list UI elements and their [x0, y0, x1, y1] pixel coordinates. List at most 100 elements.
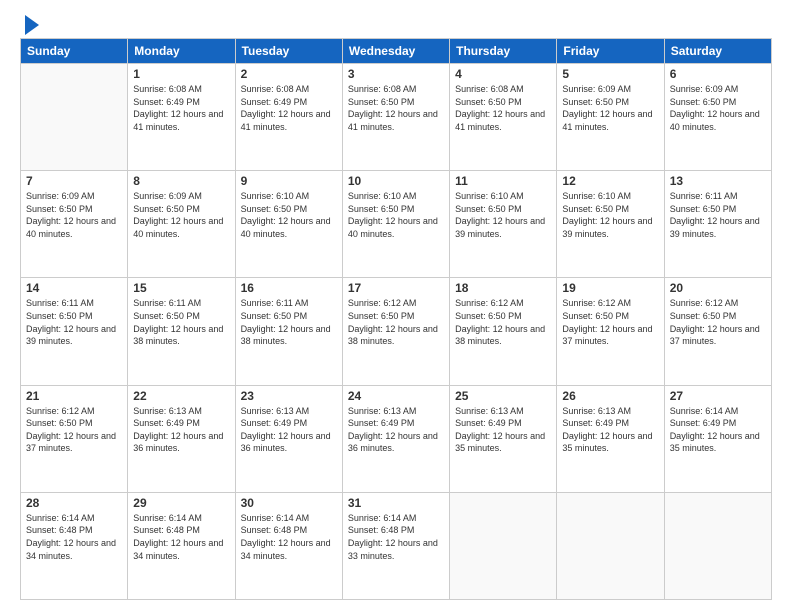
- day-number: 15: [133, 281, 229, 295]
- day-number: 6: [670, 67, 766, 81]
- cell-info: Sunrise: 6:12 AMSunset: 6:50 PMDaylight:…: [26, 405, 122, 455]
- day-number: 30: [241, 496, 337, 510]
- day-number: 9: [241, 174, 337, 188]
- cell-info: Sunrise: 6:12 AMSunset: 6:50 PMDaylight:…: [455, 297, 551, 347]
- weekday-header: Tuesday: [235, 39, 342, 64]
- day-number: 22: [133, 389, 229, 403]
- calendar-row: 7 Sunrise: 6:09 AMSunset: 6:50 PMDaylight…: [21, 171, 772, 278]
- calendar-cell: [450, 492, 557, 599]
- day-number: 20: [670, 281, 766, 295]
- day-number: 23: [241, 389, 337, 403]
- cell-info: Sunrise: 6:13 AMSunset: 6:49 PMDaylight:…: [133, 405, 229, 455]
- calendar-cell: 4Sunrise: 6:08 AMSunset: 6:50 PMDaylight…: [450, 64, 557, 171]
- day-number: 1: [133, 67, 229, 81]
- day-number: 4: [455, 67, 551, 81]
- day-number: 26: [562, 389, 658, 403]
- weekday-header: Monday: [128, 39, 235, 64]
- day-number: 19: [562, 281, 658, 295]
- cell-info: Sunrise: 6:10 AMSunset: 6:50 PMDaylight:…: [562, 190, 658, 240]
- day-number: 21: [26, 389, 122, 403]
- cell-info: Sunrise: 6:08 AMSunset: 6:49 PMDaylight:…: [241, 83, 337, 133]
- day-number: 13: [670, 174, 766, 188]
- cell-info: Sunrise: 6:14 AMSunset: 6:49 PMDaylight:…: [670, 405, 766, 455]
- day-number: 17: [348, 281, 444, 295]
- calendar-cell: 10Sunrise: 6:10 AMSunset: 6:50 PMDayligh…: [342, 171, 449, 278]
- day-number: 16: [241, 281, 337, 295]
- calendar-cell: 6 Sunrise: 6:09 AMSunset: 6:50 PMDaylight…: [664, 64, 771, 171]
- day-number: 2: [241, 67, 337, 81]
- day-number: 5: [562, 67, 658, 81]
- calendar-cell: 31 Sunrise: 6:14 AMSunset: 6:48 PMDayligh…: [342, 492, 449, 599]
- cell-info: Sunrise: 6:12 AMSunset: 6:50 PMDaylight:…: [348, 297, 444, 347]
- calendar-cell: 30Sunrise: 6:14 AMSunset: 6:48 PMDayligh…: [235, 492, 342, 599]
- calendar-cell: 8 Sunrise: 6:09 AMSunset: 6:50 PMDaylight…: [128, 171, 235, 278]
- weekday-header: Wednesday: [342, 39, 449, 64]
- day-number: 11: [455, 174, 551, 188]
- weekday-header: Sunday: [21, 39, 128, 64]
- weekday-header: Saturday: [664, 39, 771, 64]
- cell-info: Sunrise: 6:11 AMSunset: 6:50 PMDaylight:…: [241, 297, 337, 347]
- cell-info: Sunrise: 6:08 AMSunset: 6:49 PMDaylight:…: [133, 83, 229, 133]
- calendar-cell: 22 Sunrise: 6:13 AMSunset: 6:49 PMDayligh…: [128, 385, 235, 492]
- cell-info: Sunrise: 6:10 AMSunset: 6:50 PMDaylight:…: [348, 190, 444, 240]
- calendar-cell: 14 Sunrise: 6:11 AMSunset: 6:50 PMDayligh…: [21, 278, 128, 385]
- day-number: 12: [562, 174, 658, 188]
- day-number: 24: [348, 389, 444, 403]
- day-number: 3: [348, 67, 444, 81]
- calendar-cell: 29 Sunrise: 6:14 AMSunset: 6:48 PMDayligh…: [128, 492, 235, 599]
- calendar: SundayMondayTuesdayWednesdayThursdayFrid…: [20, 38, 772, 600]
- cell-info: Sunrise: 6:09 AMSunset: 6:50 PMDaylight:…: [670, 83, 766, 133]
- calendar-cell: [664, 492, 771, 599]
- calendar-cell: 17 Sunrise: 6:12 AMSunset: 6:50 PMDayligh…: [342, 278, 449, 385]
- day-number: 31: [348, 496, 444, 510]
- calendar-cell: [21, 64, 128, 171]
- cell-info: Sunrise: 6:12 AMSunset: 6:50 PMDaylight:…: [562, 297, 658, 347]
- cell-info: Sunrise: 6:09 AMSunset: 6:50 PMDaylight:…: [562, 83, 658, 133]
- day-number: 25: [455, 389, 551, 403]
- day-number: 27: [670, 389, 766, 403]
- cell-info: Sunrise: 6:10 AMSunset: 6:50 PMDaylight:…: [241, 190, 337, 240]
- calendar-row: 1 Sunrise: 6:08 AMSunset: 6:49 PMDaylight…: [21, 64, 772, 171]
- cell-info: Sunrise: 6:14 AMSunset: 6:48 PMDaylight:…: [133, 512, 229, 562]
- calendar-cell: 13Sunrise: 6:11 AMSunset: 6:50 PMDayligh…: [664, 171, 771, 278]
- calendar-cell: 27 Sunrise: 6:14 AMSunset: 6:49 PMDayligh…: [664, 385, 771, 492]
- header-row: SundayMondayTuesdayWednesdayThursdayFrid…: [21, 39, 772, 64]
- weekday-header: Thursday: [450, 39, 557, 64]
- page: SundayMondayTuesdayWednesdayThursdayFrid…: [0, 0, 792, 612]
- calendar-cell: 18 Sunrise: 6:12 AMSunset: 6:50 PMDayligh…: [450, 278, 557, 385]
- header: [20, 18, 772, 30]
- calendar-cell: 2 Sunrise: 6:08 AMSunset: 6:49 PMDaylight…: [235, 64, 342, 171]
- calendar-cell: 1 Sunrise: 6:08 AMSunset: 6:49 PMDaylight…: [128, 64, 235, 171]
- cell-info: Sunrise: 6:11 AMSunset: 6:50 PMDaylight:…: [26, 297, 122, 347]
- cell-info: Sunrise: 6:10 AMSunset: 6:50 PMDaylight:…: [455, 190, 551, 240]
- calendar-cell: 23Sunrise: 6:13 AMSunset: 6:49 PMDayligh…: [235, 385, 342, 492]
- day-number: 8: [133, 174, 229, 188]
- day-number: 29: [133, 496, 229, 510]
- day-number: 18: [455, 281, 551, 295]
- calendar-cell: 15 Sunrise: 6:11 AMSunset: 6:50 PMDayligh…: [128, 278, 235, 385]
- cell-info: Sunrise: 6:09 AMSunset: 6:50 PMDaylight:…: [26, 190, 122, 240]
- cell-info: Sunrise: 6:13 AMSunset: 6:49 PMDaylight:…: [348, 405, 444, 455]
- weekday-header: Friday: [557, 39, 664, 64]
- calendar-cell: 24 Sunrise: 6:13 AMSunset: 6:49 PMDayligh…: [342, 385, 449, 492]
- cell-info: Sunrise: 6:14 AMSunset: 6:48 PMDaylight:…: [348, 512, 444, 562]
- day-number: 7: [26, 174, 122, 188]
- cell-info: Sunrise: 6:09 AMSunset: 6:50 PMDaylight:…: [133, 190, 229, 240]
- cell-info: Sunrise: 6:08 AMSunset: 6:50 PMDaylight:…: [348, 83, 444, 133]
- calendar-row: 21 Sunrise: 6:12 AMSunset: 6:50 PMDayligh…: [21, 385, 772, 492]
- day-number: 14: [26, 281, 122, 295]
- calendar-cell: 16 Sunrise: 6:11 AMSunset: 6:50 PMDayligh…: [235, 278, 342, 385]
- calendar-cell: [557, 492, 664, 599]
- cell-info: Sunrise: 6:13 AMSunset: 6:49 PMDaylight:…: [562, 405, 658, 455]
- calendar-cell: 5 Sunrise: 6:09 AMSunset: 6:50 PMDaylight…: [557, 64, 664, 171]
- calendar-cell: 11 Sunrise: 6:10 AMSunset: 6:50 PMDayligh…: [450, 171, 557, 278]
- calendar-cell: 21 Sunrise: 6:12 AMSunset: 6:50 PMDayligh…: [21, 385, 128, 492]
- cell-info: Sunrise: 6:14 AMSunset: 6:48 PMDaylight:…: [26, 512, 122, 562]
- cell-info: Sunrise: 6:13 AMSunset: 6:49 PMDaylight:…: [455, 405, 551, 455]
- calendar-cell: 19 Sunrise: 6:12 AMSunset: 6:50 PMDayligh…: [557, 278, 664, 385]
- calendar-cell: 3 Sunrise: 6:08 AMSunset: 6:50 PMDaylight…: [342, 64, 449, 171]
- calendar-row: 28Sunrise: 6:14 AMSunset: 6:48 PMDayligh…: [21, 492, 772, 599]
- cell-info: Sunrise: 6:11 AMSunset: 6:50 PMDaylight:…: [133, 297, 229, 347]
- logo-arrow-icon: [25, 15, 39, 35]
- calendar-cell: 20Sunrise: 6:12 AMSunset: 6:50 PMDayligh…: [664, 278, 771, 385]
